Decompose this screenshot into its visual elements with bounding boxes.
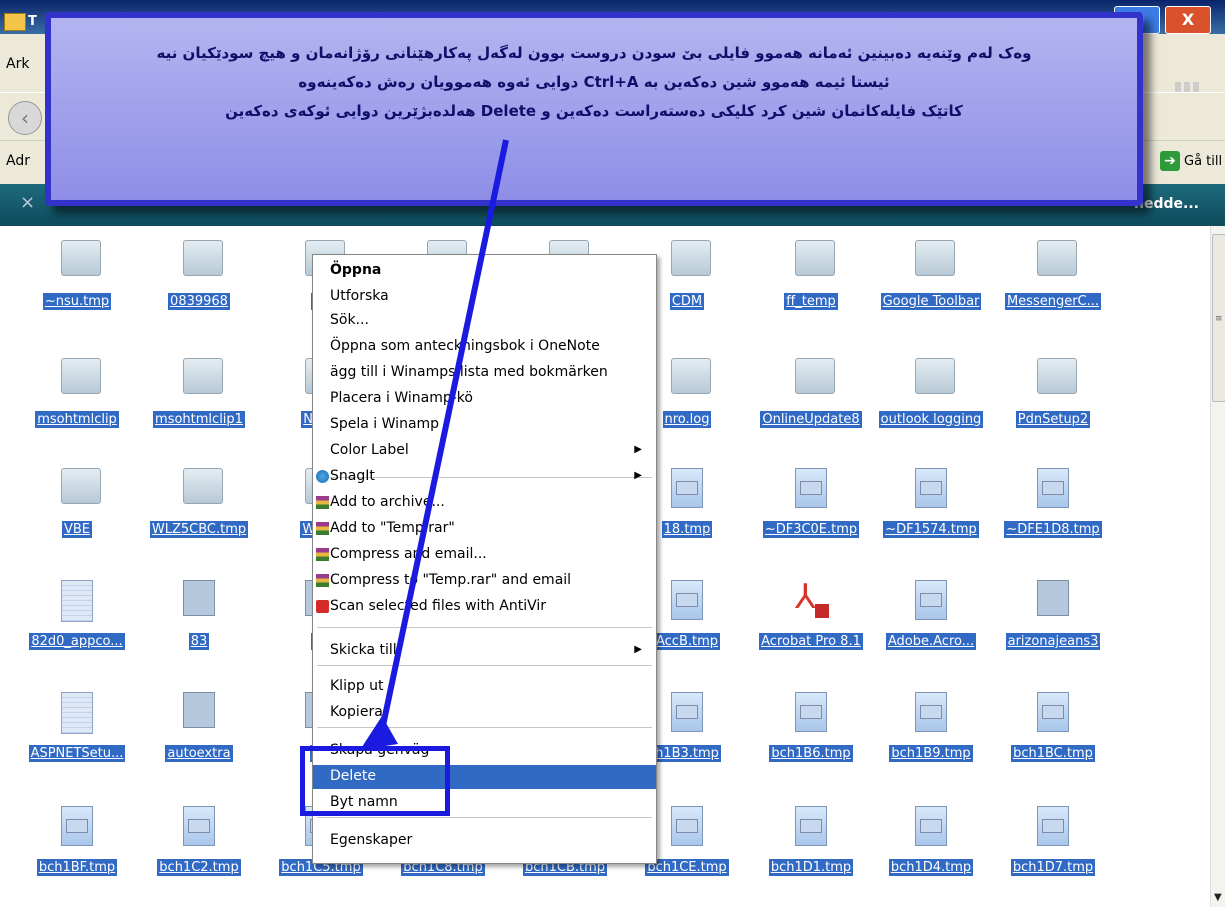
annotation-arrow-icon bbox=[360, 139, 509, 750]
